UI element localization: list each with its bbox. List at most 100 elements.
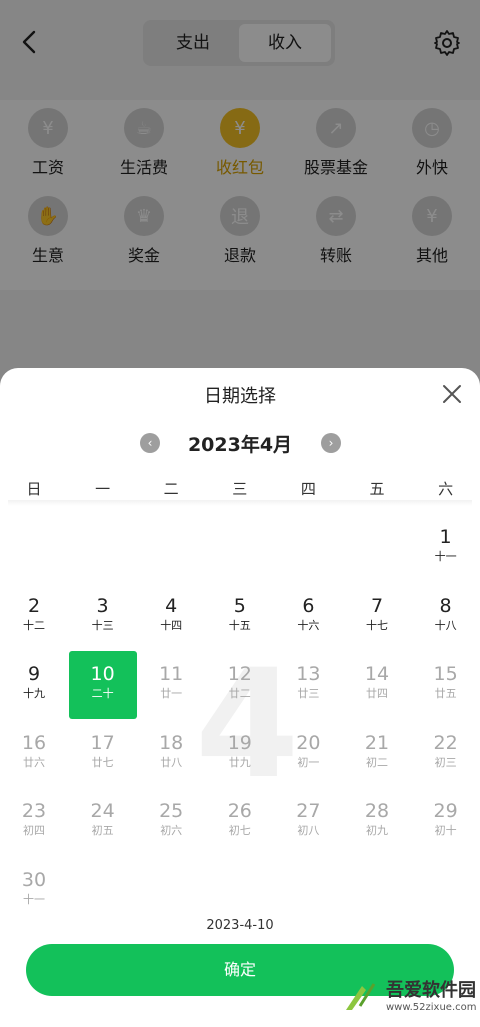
day-cell[interactable]: 6 十六 [274, 583, 342, 651]
date-picker-sheet: 日期选择 ‹ 2023年4月 › 日一二三四五六 4 1 十一 2 十二 3 十三 4 十四 5… [0, 368, 480, 1027]
lunar-date: 初四 [23, 824, 45, 838]
lunar-date: 初二 [366, 755, 388, 769]
weekday-label: 一 [95, 480, 111, 498]
day-number: 12 [227, 663, 252, 686]
day-cell[interactable]: 21 初二 [343, 720, 411, 788]
lunar-date: 初五 [91, 824, 114, 838]
day-number: 13 [296, 663, 321, 686]
prev-month-button[interactable]: ‹ [140, 433, 160, 453]
lunar-date: 初七 [228, 824, 251, 838]
day-number: 8 [439, 594, 452, 617]
day-cell[interactable]: 13 廿三 [274, 651, 342, 719]
lunar-date: 廿五 [434, 687, 457, 701]
chevron-left-icon: ‹ [147, 436, 153, 450]
weekday-label: 四 [300, 480, 316, 498]
day-number: 21 [364, 731, 390, 754]
day-cell[interactable]: 23 初四 [0, 788, 68, 856]
day-cell[interactable]: 29 初十 [412, 788, 480, 856]
close-icon [443, 385, 461, 403]
day-grid: 1 十一 2 十二 3 十三 4 十四 5 十五 6 十六 7 十七 8 十八 9 十九 10 二十 11 廿一 12 廿二 1… [0, 512, 480, 932]
lunar-date: 初三 [434, 755, 457, 769]
day-number: 7 [370, 594, 384, 617]
weekday-label: 三 [232, 480, 248, 498]
day-cell[interactable]: 9 十九 [0, 651, 68, 719]
close-button[interactable] [438, 380, 466, 408]
weekday-label: 五 [369, 480, 385, 498]
lunar-date: 廿三 [297, 687, 320, 701]
day-cell[interactable]: 16 廿六 [0, 720, 68, 788]
lunar-date: 廿八 [160, 755, 183, 769]
day-cell[interactable]: 8 十八 [412, 583, 480, 651]
day-cell[interactable]: 12 廿二 [206, 651, 274, 719]
month-navigator: ‹ 2023年4月 › [0, 428, 480, 458]
weekday-label: 二 [163, 480, 179, 498]
day-number: 25 [159, 800, 184, 823]
lunar-date: 廿四 [366, 687, 388, 701]
day-cell[interactable]: 1 十一 [412, 514, 480, 582]
lunar-date: 十七 [366, 618, 388, 632]
lunar-date: 初六 [160, 824, 183, 838]
day-cell[interactable]: 26 初七 [206, 788, 274, 856]
day-number: 18 [159, 731, 184, 754]
lunar-date: 廿七 [91, 755, 114, 769]
day-number: 16 [21, 731, 47, 754]
day-cell[interactable]: 4 十四 [137, 583, 205, 651]
day-cell[interactable]: 27 初八 [274, 788, 342, 856]
day-cell[interactable]: 25 初六 [137, 788, 205, 856]
lunar-date: 十八 [434, 618, 457, 632]
lunar-date: 廿一 [160, 687, 183, 701]
day-cell[interactable]: 28 初九 [343, 788, 411, 856]
day-number: 5 [233, 594, 246, 617]
site-watermark: 吾爱软件园 www.52zixue.com [330, 968, 480, 1026]
day-cell[interactable]: 3 十三 [69, 583, 137, 651]
day-number: 3 [96, 594, 109, 617]
day-cell[interactable]: 11 廿一 [137, 651, 205, 719]
lunar-date: 十一 [434, 550, 457, 563]
lunar-date: 初八 [297, 824, 320, 838]
watermark-name: 吾爱软件园 [386, 980, 476, 1001]
weekday-header: 日一二三四五六 [0, 478, 480, 502]
day-cell[interactable]: 7 十七 [343, 583, 411, 651]
day-number: 6 [302, 594, 315, 617]
day-cell[interactable]: 20 初一 [274, 720, 342, 788]
next-month-button[interactable]: › [321, 433, 341, 453]
lunar-date: 廿二 [228, 687, 251, 701]
sheet-title: 日期选择 [204, 386, 276, 407]
day-number: 28 [364, 800, 390, 823]
day-cell[interactable]: 2 十二 [0, 583, 68, 651]
day-number: 27 [296, 800, 321, 823]
day-cell[interactable]: 22 初三 [412, 720, 480, 788]
selected-date-label: 2023-4-10 [206, 918, 274, 933]
day-number: 24 [90, 800, 115, 823]
day-number: 20 [296, 731, 321, 754]
lunar-date: 十九 [23, 687, 45, 701]
day-cell[interactable]: 19 廿九 [206, 720, 274, 788]
day-number: 17 [90, 731, 115, 754]
lunar-date: 二十 [91, 687, 114, 701]
day-cell[interactable]: 30 十一 [0, 857, 68, 925]
lunar-date: 十四 [160, 618, 183, 632]
chevron-right-icon: › [328, 436, 334, 450]
day-cell[interactable]: 17 廿七 [69, 720, 137, 788]
day-number: 30 [21, 869, 47, 891]
month-label: 2023年4月 [187, 434, 293, 456]
day-cell[interactable]: 24 初五 [69, 788, 137, 856]
day-cell[interactable]: 15 廿五 [412, 651, 480, 719]
lunar-date: 初一 [297, 755, 320, 769]
lunar-date: 十一 [23, 893, 45, 906]
day-cell[interactable]: 14 廿四 [343, 651, 411, 719]
day-number: 11 [159, 663, 184, 686]
lunar-date: 十二 [23, 618, 45, 632]
day-number: 19 [227, 731, 252, 754]
weekday-label: 六 [438, 480, 454, 498]
day-cell-selected[interactable]: 10 二十 [68, 651, 137, 720]
day-number: 29 [433, 800, 458, 823]
day-number: 1 [439, 526, 452, 548]
day-cell[interactable]: 5 十五 [206, 583, 274, 651]
day-cell[interactable]: 18 廿八 [137, 720, 205, 788]
day-number: 14 [364, 663, 390, 686]
day-number: 23 [21, 800, 47, 823]
lunar-date: 廿九 [228, 755, 251, 769]
site-logo-icon [346, 983, 376, 1010]
lunar-date: 初十 [434, 824, 457, 838]
